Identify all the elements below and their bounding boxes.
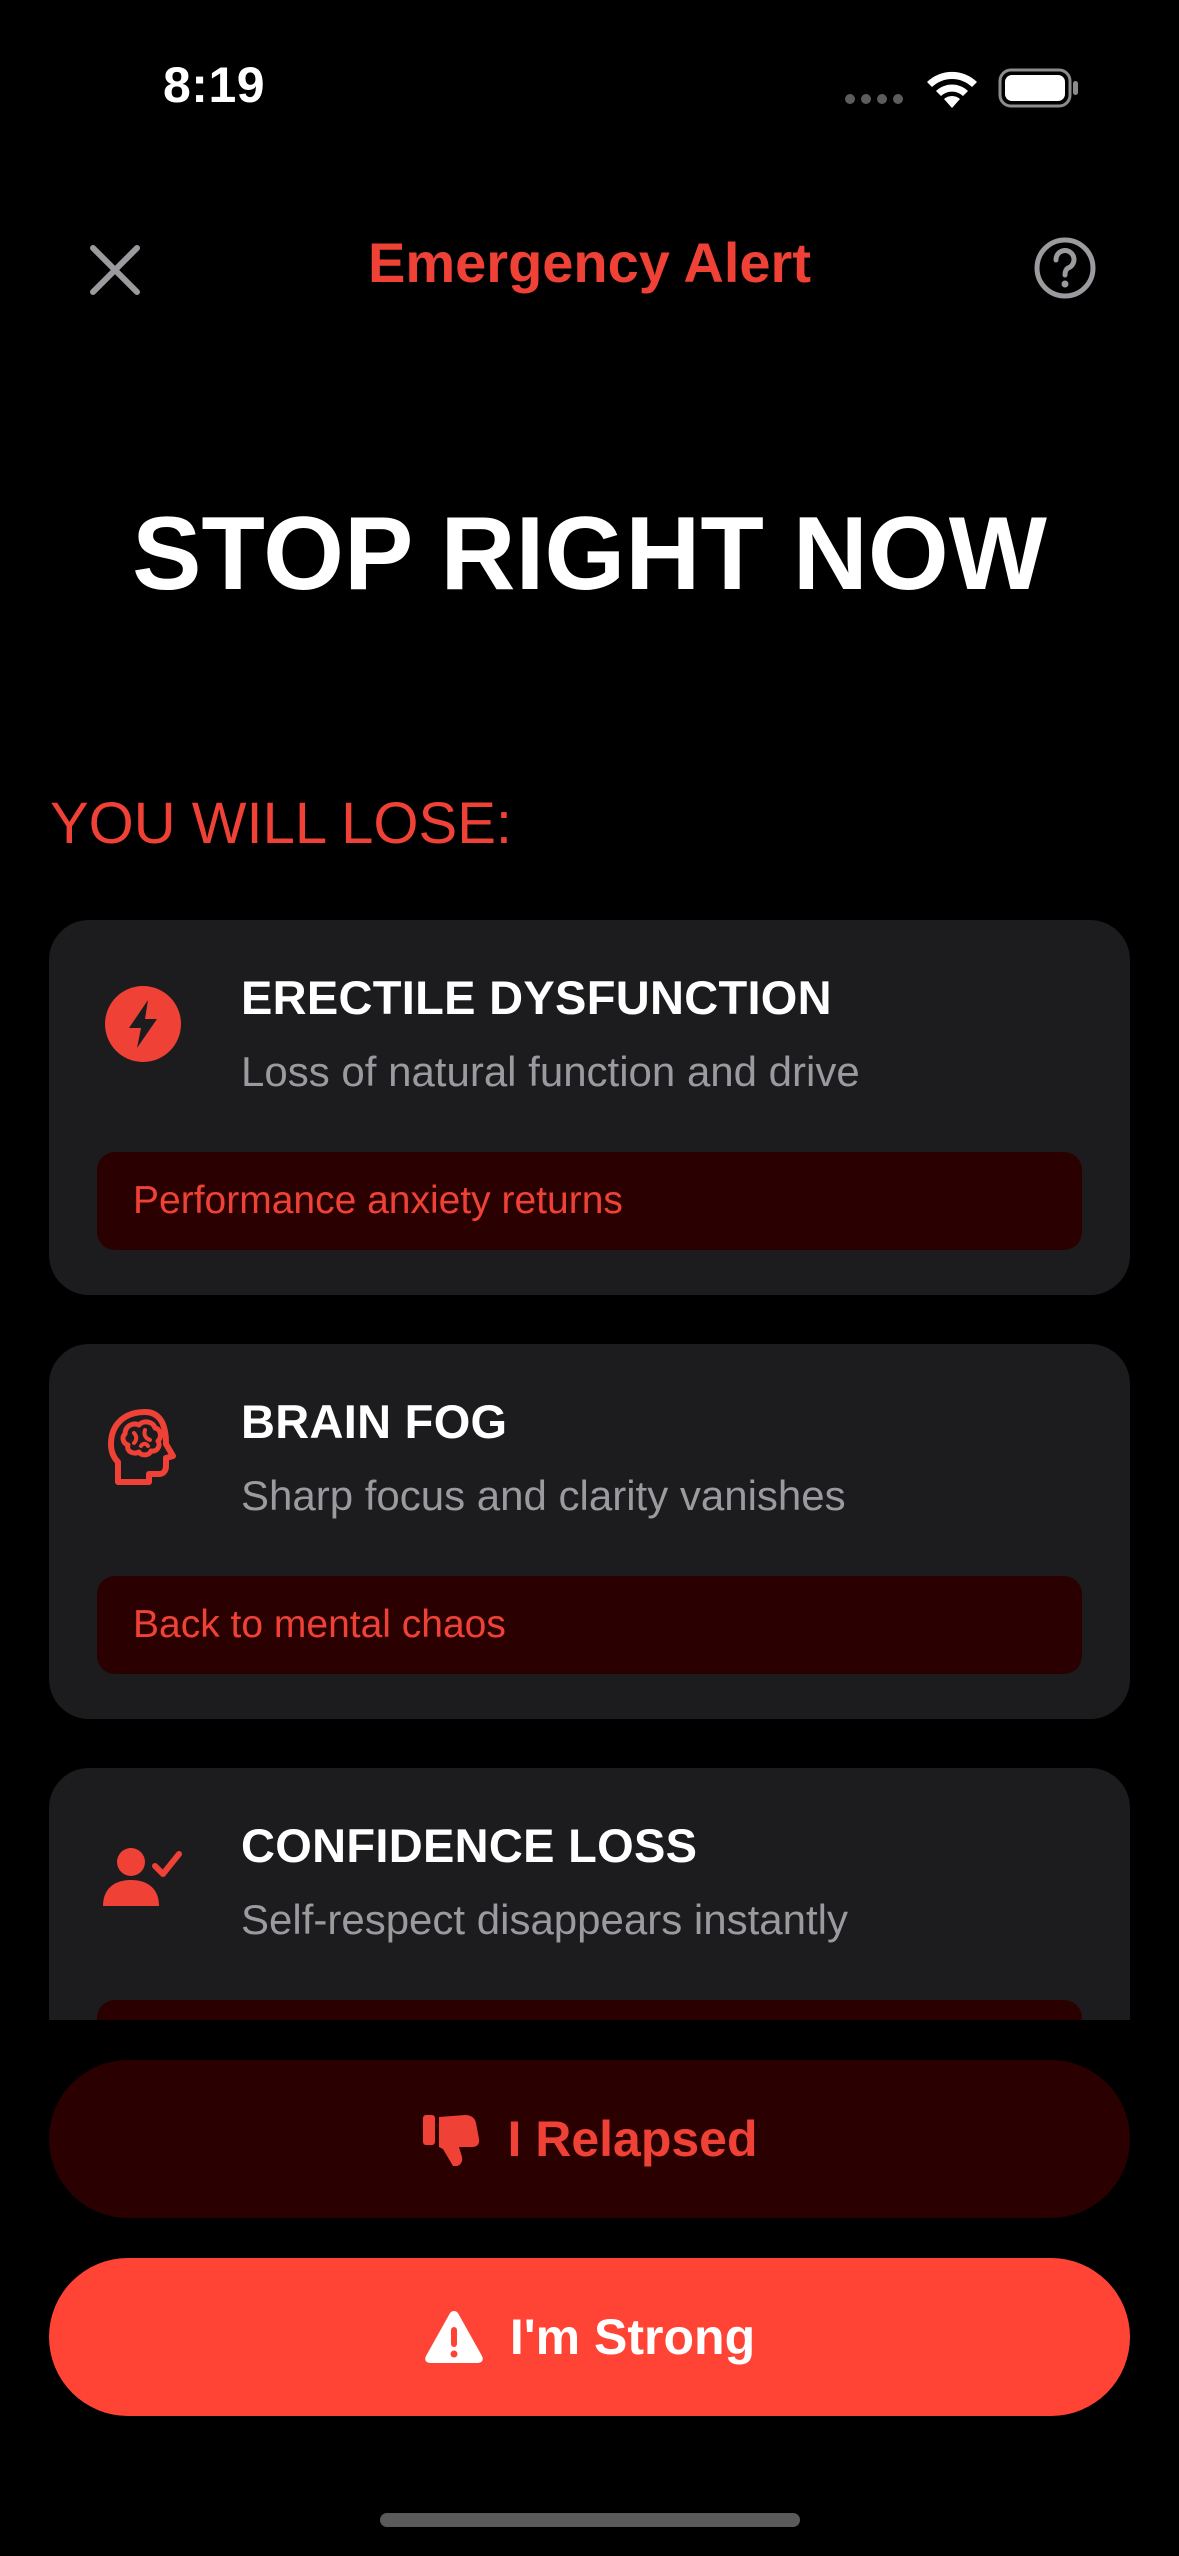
nav-title: Emergency Alert <box>368 231 811 294</box>
home-indicator[interactable] <box>380 2513 800 2527</box>
thumbs-down-icon <box>423 2115 480 2166</box>
loss-card-brain-fog: BRAIN FOG Sharp focus and clarity vanish… <box>49 1344 1130 1719</box>
loss-card-confidence-loss: CONFIDENCE LOSS Self-respect disappears … <box>49 1768 1130 2020</box>
headline: STOP RIGHT NOW <box>132 496 1047 612</box>
card-consequence: Back to mental chaos <box>97 1576 1082 1674</box>
card-subtitle: Sharp focus and clarity vanishes <box>241 1472 846 1519</box>
card-consequence <box>97 2000 1082 2020</box>
brain-head-icon <box>108 1409 176 1485</box>
strong-button[interactable]: I'm Strong <box>49 2258 1130 2416</box>
strong-button-label: I'm Strong <box>509 2309 756 2365</box>
card-consequence: Performance anxiety returns <box>97 1152 1082 1250</box>
relapsed-button[interactable]: I Relapsed <box>49 2060 1130 2218</box>
warning-triangle-icon <box>425 2311 483 2363</box>
wifi-icon <box>927 71 977 108</box>
person-check-icon <box>103 1848 182 1906</box>
battery-icon <box>998 68 1078 108</box>
lightning-bolt-icon <box>105 986 181 1062</box>
help-circle-icon[interactable] <box>1030 233 1100 303</box>
status-time: 8:19 <box>163 57 266 113</box>
section-label: YOU WILL LOSE: <box>50 791 512 856</box>
card-title: ERECTILE DYSFUNCTION <box>241 971 832 1024</box>
loss-list[interactable]: ERECTILE DYSFUNCTION Loss of natural fun… <box>0 918 1179 2020</box>
card-title: CONFIDENCE LOSS <box>241 1819 698 1872</box>
card-title: BRAIN FOG <box>241 1395 508 1448</box>
relapsed-button-label: I Relapsed <box>507 2111 758 2167</box>
loss-card-erectile-dysfunction: ERECTILE DYSFUNCTION Loss of natural fun… <box>49 920 1130 1295</box>
card-subtitle: Loss of natural function and drive <box>241 1048 860 1095</box>
status-bar: 8:19 <box>0 0 1179 170</box>
cellular-signal-icon <box>845 94 903 104</box>
card-subtitle: Self-respect disappears instantly <box>241 1896 848 1943</box>
